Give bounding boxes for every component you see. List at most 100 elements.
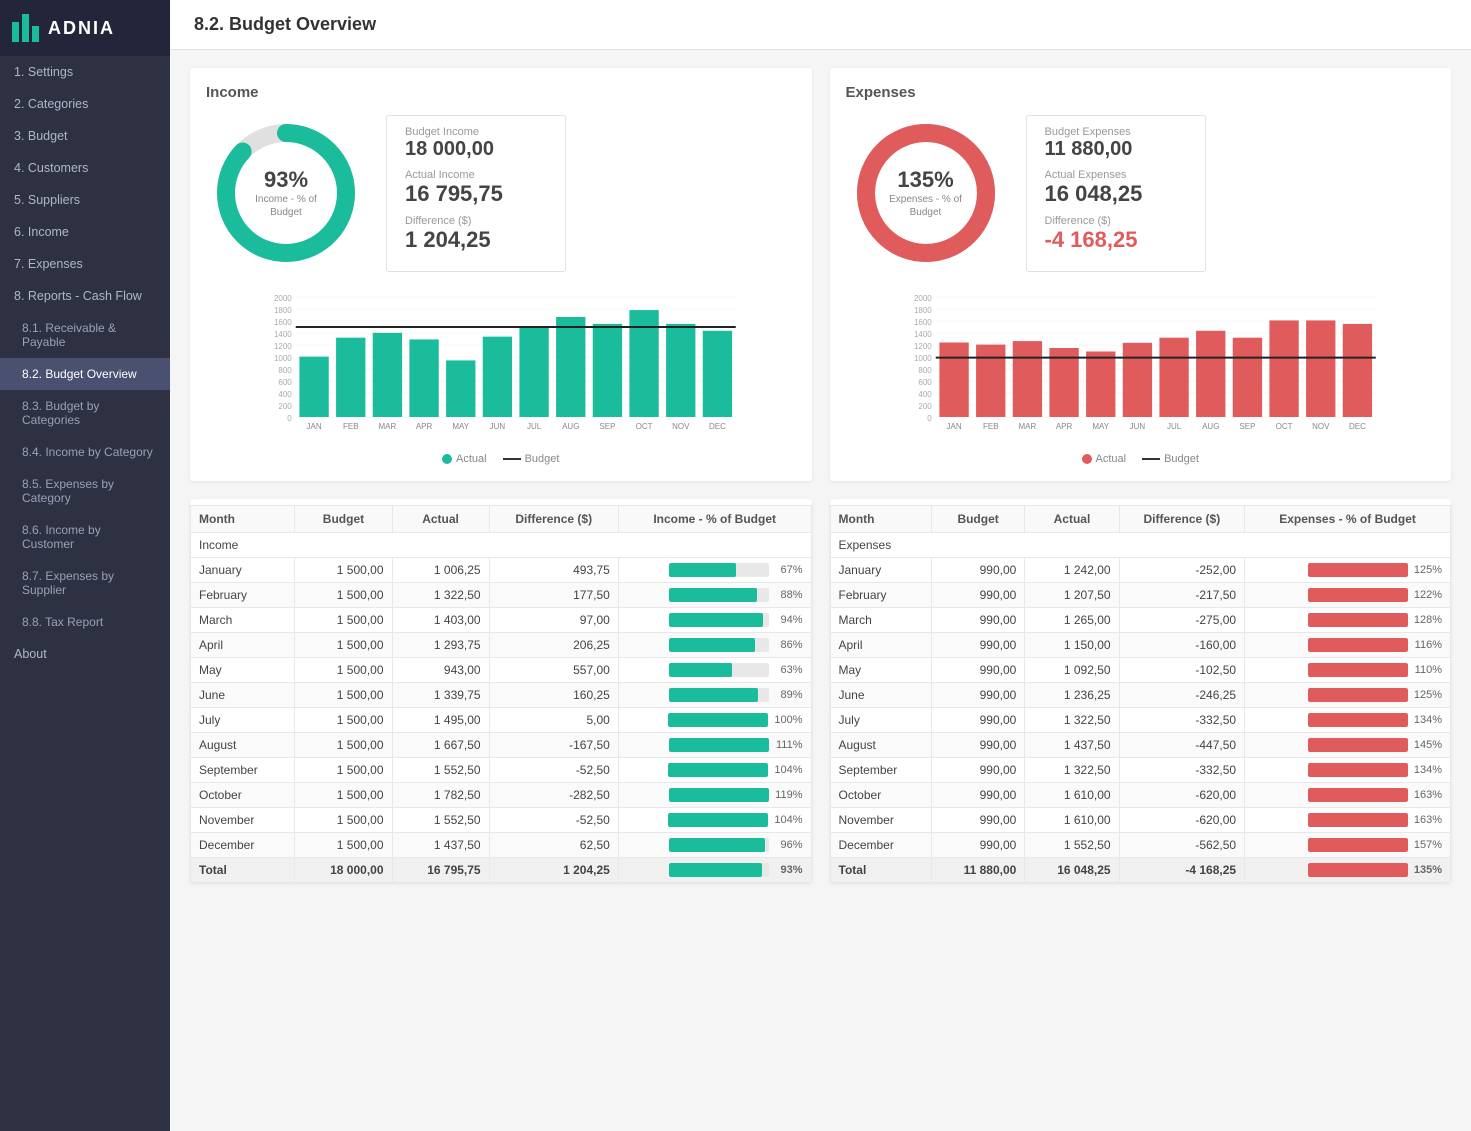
- sidebar-item-expenses[interactable]: 7. Expenses: [0, 248, 170, 280]
- svg-text:1200: 1200: [274, 342, 292, 351]
- total-cell: 1 204,25: [489, 858, 618, 883]
- sidebar: ADNIA 1. Settings2. Categories3. Budget4…: [0, 0, 170, 1131]
- diff-cell: -160,00: [1119, 633, 1245, 658]
- pct-cell: 134%: [1245, 758, 1451, 783]
- sidebar-item-income-category[interactable]: 8.4. Income by Category: [0, 436, 170, 468]
- month-cell: April: [830, 633, 931, 658]
- sidebar-item-budget-categories[interactable]: 8.3. Budget by Categories: [0, 390, 170, 436]
- actual-cell: 1 339,75: [392, 683, 489, 708]
- month-cell: November: [191, 808, 295, 833]
- table-row: April1 500,001 293,75206,2586%: [191, 633, 812, 658]
- col-header: Difference ($): [489, 506, 618, 533]
- pct-cell: 96%: [618, 833, 811, 858]
- pct-label: 88%: [775, 589, 803, 601]
- month-cell: February: [191, 583, 295, 608]
- sidebar-item-expenses-category[interactable]: 8.5. Expenses by Category: [0, 468, 170, 514]
- sidebar-item-customers[interactable]: 4. Customers: [0, 152, 170, 184]
- sidebar-item-settings[interactable]: 1. Settings: [0, 56, 170, 88]
- svg-text:AUG: AUG: [1202, 422, 1219, 431]
- page-title: 8.2. Budget Overview: [170, 0, 1471, 50]
- pct-label: 119%: [775, 789, 803, 801]
- pct-cell: 134%: [1245, 708, 1451, 733]
- svg-text:OCT: OCT: [636, 422, 653, 431]
- actual-cell: 1 667,50: [392, 733, 489, 758]
- svg-text:APR: APR: [1055, 422, 1072, 431]
- svg-text:JAN: JAN: [946, 422, 961, 431]
- sidebar-item-receivable[interactable]: 8.1. Receivable & Payable: [0, 312, 170, 358]
- pct-cell: 116%: [1245, 633, 1451, 658]
- sidebar-item-budget-overview[interactable]: 8.2. Budget Overview: [0, 358, 170, 390]
- pct-cell: 122%: [1245, 583, 1451, 608]
- expenses-sublabel: Expenses - % of Budget: [886, 193, 966, 219]
- total-pct-label: 135%: [1414, 864, 1442, 876]
- total-pct-cell: 135%: [1245, 858, 1451, 883]
- svg-text:JUN: JUN: [490, 422, 506, 431]
- svg-text:AUG: AUG: [562, 422, 579, 431]
- col-header: Difference ($): [1119, 506, 1245, 533]
- budget-cell: 990,00: [931, 708, 1024, 733]
- table-row: July990,001 322,50-332,50134%: [830, 708, 1451, 733]
- diff-expenses-value: -4 168,25: [1045, 227, 1187, 253]
- diff-cell: -620,00: [1119, 808, 1245, 833]
- expenses-bar-chart: 0200400600800100012001400160018002000JAN…: [846, 287, 1436, 447]
- pct-cell: 89%: [618, 683, 811, 708]
- actual-cell: 1 242,00: [1025, 558, 1119, 583]
- diff-expenses-label: Difference ($): [1045, 215, 1187, 227]
- month-cell: July: [830, 708, 931, 733]
- income-table-title: Income: [191, 533, 812, 558]
- sidebar-item-income-customer[interactable]: 8.6. Income by Customer: [0, 514, 170, 560]
- sidebar-item-income[interactable]: 6. Income: [0, 216, 170, 248]
- budget-expenses-value: 11 880,00: [1045, 138, 1187, 161]
- sidebar-item-budget[interactable]: 3. Budget: [0, 120, 170, 152]
- diff-cell: 5,00: [489, 708, 618, 733]
- budget-cell: 1 500,00: [295, 583, 392, 608]
- col-header: Month: [191, 506, 295, 533]
- svg-text:800: 800: [278, 366, 292, 375]
- sidebar-item-categories[interactable]: 2. Categories: [0, 88, 170, 120]
- pct-label: 104%: [774, 814, 802, 826]
- svg-text:1600: 1600: [274, 318, 292, 327]
- income-chart-legend: Actual Budget: [206, 453, 796, 465]
- month-cell: June: [830, 683, 931, 708]
- sidebar-item-suppliers[interactable]: 5. Suppliers: [0, 184, 170, 216]
- diff-cell: -246,25: [1119, 683, 1245, 708]
- expenses-table-panel: ExpensesMonthBudgetActualDifference ($)E…: [830, 499, 1452, 883]
- logo: ADNIA: [0, 0, 170, 56]
- month-cell: January: [830, 558, 931, 583]
- pct-label: 122%: [1414, 589, 1442, 601]
- svg-text:2000: 2000: [913, 294, 931, 303]
- sidebar-item-reports[interactable]: 8. Reports - Cash Flow: [0, 280, 170, 312]
- col-header: Actual: [392, 506, 489, 533]
- svg-text:1800: 1800: [913, 306, 931, 315]
- svg-text:200: 200: [278, 402, 292, 411]
- month-cell: April: [191, 633, 295, 658]
- diff-income-row: Difference ($) 1 204,25: [405, 215, 547, 253]
- table-row: October1 500,001 782,50-282,50119%: [191, 783, 812, 808]
- table-row: November990,001 610,00-620,00163%: [830, 808, 1451, 833]
- table-row: March990,001 265,00-275,00128%: [830, 608, 1451, 633]
- income-bar-chart: 0200400600800100012001400160018002000JAN…: [206, 287, 796, 447]
- pct-label: 111%: [775, 739, 803, 751]
- svg-text:JUL: JUL: [527, 422, 542, 431]
- diff-cell: 97,00: [489, 608, 618, 633]
- col-header: Actual: [1025, 506, 1119, 533]
- actual-cell: 1 552,50: [392, 808, 489, 833]
- diff-cell: -102,50: [1119, 658, 1245, 683]
- diff-cell: -52,50: [489, 808, 618, 833]
- budget-cell: 990,00: [931, 658, 1024, 683]
- actual-cell: 1 437,50: [1025, 733, 1119, 758]
- logo-icon: [12, 14, 40, 42]
- income-summary-panel: Income 93% Income - % of Budget Budget I…: [190, 68, 812, 481]
- table-row: October990,001 610,00-620,00163%: [830, 783, 1451, 808]
- sidebar-item-tax-report[interactable]: 8.8. Tax Report: [0, 606, 170, 638]
- pct-label: 104%: [774, 764, 802, 776]
- income-stats-box: Budget Income 18 000,00 Actual Income 16…: [386, 115, 566, 272]
- sidebar-item-about[interactable]: About: [0, 638, 170, 670]
- svg-text:FEB: FEB: [343, 422, 359, 431]
- svg-text:1400: 1400: [274, 330, 292, 339]
- sidebar-item-expenses-supplier[interactable]: 8.7. Expenses by Supplier: [0, 560, 170, 606]
- income-actual-legend: Actual: [442, 453, 487, 465]
- month-cell: March: [191, 608, 295, 633]
- month-cell: December: [191, 833, 295, 858]
- expenses-summary-row: 135% Expenses - % of Budget Budget Expen…: [846, 113, 1436, 273]
